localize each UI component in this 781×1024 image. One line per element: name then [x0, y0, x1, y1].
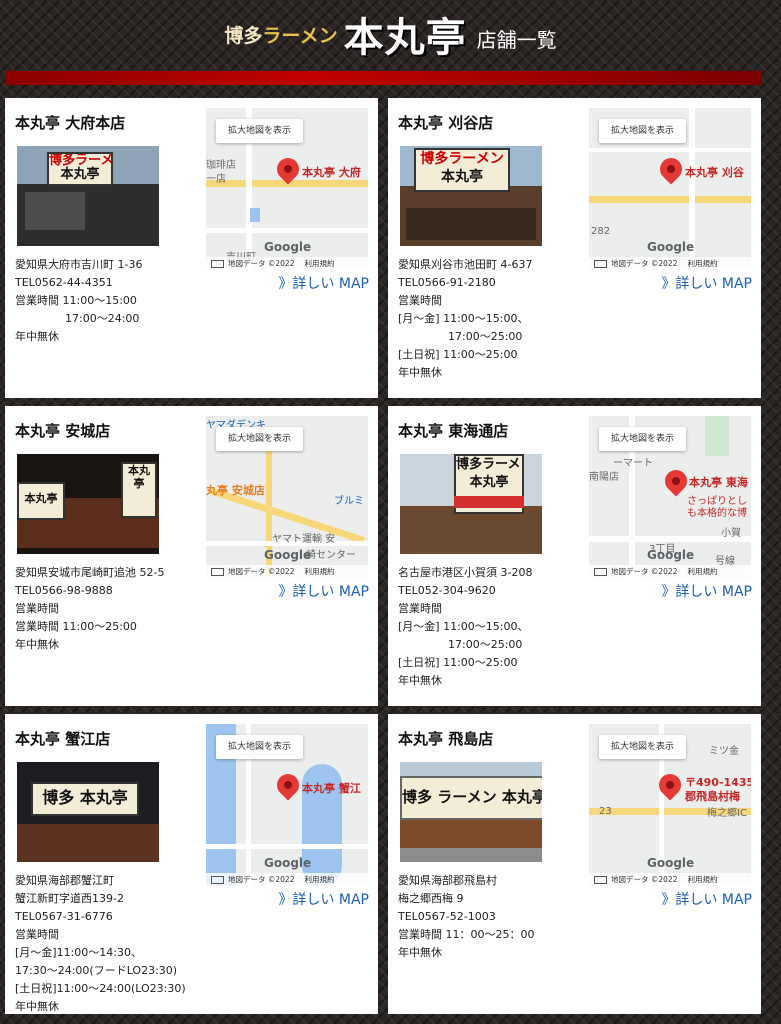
detail-map-link[interactable]: 》詳しい MAP: [661, 889, 752, 909]
google-logo: Google: [647, 856, 695, 870]
store-map[interactable]: 拡大地図を表示 本丸亭 蟹江 Google 地図データ ©2022 利用規約: [206, 724, 368, 886]
store-photo: 博多ラーメン本丸亭: [400, 454, 542, 554]
detail-map-link[interactable]: 》詳しい MAP: [278, 581, 369, 601]
store-name: 本丸亭 安城店: [15, 422, 111, 440]
expand-map-button[interactable]: 拡大地図を表示: [216, 735, 304, 759]
store-card-tokaidori: 本丸亭 東海通店 博多ラーメン本丸亭 ーマート 南陽店 さっぱりとし も本格的な…: [388, 406, 761, 706]
page-title: 店舗一覧: [476, 27, 557, 52]
store-info: 愛知県刈谷市池田町 4-637 TEL0566-91-2180 営業時間 [月～…: [398, 258, 533, 379]
expand-map-button[interactable]: 拡大地図を表示: [599, 735, 687, 759]
store-info: 愛知県安城市尾崎町追池 52-5 TEL0566-98-9888 営業時間 営業…: [15, 566, 165, 651]
store-name: 本丸亭 蟹江店: [15, 730, 111, 748]
store-info: 愛知県海部郡飛島村 梅之郷西梅 9 TEL0567-52-1003 営業時間 1…: [398, 874, 535, 959]
store-photo: 博多 ラーメン 本丸亭: [400, 762, 542, 862]
store-photo: 博多ラーメン本丸亭: [400, 146, 542, 246]
store-card-anjo: 本丸亭 安城店 本丸亭 本丸亭 ヤマダデンキ ブルミ ヤマト運輸 安 崎センター…: [5, 406, 378, 706]
store-map[interactable]: 282 拡大地図を表示 本丸亭 刈谷 Google 地図データ ©2022 利用規…: [589, 108, 751, 270]
keyboard-icon: [211, 568, 224, 576]
detail-map-link[interactable]: 》詳しい MAP: [278, 889, 369, 909]
map-pin-icon: [272, 769, 304, 801]
keyboard-icon: [594, 260, 607, 268]
brand-prefix: 博多ラーメン: [224, 24, 338, 47]
detail-map-link[interactable]: 》詳しい MAP: [661, 581, 752, 601]
store-map[interactable]: 珈琲店 一店 吉川町 拡大地図を表示 本丸亭 大府 Google 地図データ ©…: [206, 108, 368, 270]
expand-map-button[interactable]: 拡大地図を表示: [599, 427, 687, 451]
brand-logo: 本丸亭: [343, 14, 467, 61]
store-photo: 博多 本丸亭: [17, 762, 159, 862]
store-info: 名古屋市港区小賀須 3-208 TEL052-304-9620 営業時間 [月～…: [398, 566, 533, 687]
store-map[interactable]: ミツ金 23 梅之郷IC 拡大地図を表示 〒490-1435 郡飛島村梅 Goo…: [589, 724, 751, 886]
header-divider: [5, 71, 762, 85]
store-map[interactable]: ーマート 南陽店 さっぱりとし も本格的な博 小賀 3丁目 号線 拡大地図を表示…: [589, 416, 751, 578]
keyboard-icon: [211, 876, 224, 884]
store-info: 愛知県海部郡蟹江町 蟹江新町字道西139-2 TEL0567-31-6776 営…: [15, 874, 186, 1013]
detail-map-link[interactable]: 》詳しい MAP: [661, 273, 752, 293]
expand-map-button[interactable]: 拡大地図を表示: [216, 427, 304, 451]
keyboard-icon: [211, 260, 224, 268]
store-photo: 本丸亭 本丸亭: [17, 454, 159, 554]
google-logo: Google: [647, 548, 695, 562]
store-card-tobishima: 本丸亭 飛島店 博多 ラーメン 本丸亭 ミツ金 23 梅之郷IC 拡大地図を表示…: [388, 714, 761, 1014]
store-name: 本丸亭 大府本店: [15, 114, 126, 132]
store-photo: 博多ラーメン本丸亭: [17, 146, 159, 246]
google-logo: Google: [647, 240, 695, 254]
store-map[interactable]: ヤマダデンキ ブルミ ヤマト運輸 安 崎センター 拡大地図を表示 丸亭 安城店 …: [206, 416, 368, 578]
keyboard-icon: [594, 568, 607, 576]
keyboard-icon: [594, 876, 607, 884]
store-name: 本丸亭 東海通店: [398, 422, 509, 440]
store-info: 愛知県大府市吉川町 1-36 TEL0562-44-4351 営業時間 11:0…: [15, 258, 143, 343]
google-logo: Google: [264, 548, 312, 562]
expand-map-button[interactable]: 拡大地図を表示: [216, 119, 304, 143]
google-logo: Google: [264, 856, 312, 870]
map-pin-icon: [655, 153, 687, 185]
store-card-kariya: 本丸亭 刈谷店 博多ラーメン 本丸亭 282 拡大地図を表示 本丸亭 刈谷 Goo…: [388, 98, 761, 398]
detail-map-link[interactable]: 》詳しい MAP: [278, 273, 369, 293]
google-logo: Google: [264, 240, 312, 254]
store-name: 本丸亭 刈谷店: [398, 114, 494, 132]
store-card-obu: 本丸亭 大府本店 博多ラーメン本丸亭 珈琲店 一店 吉川町 拡大地図を表示 本丸…: [5, 98, 378, 398]
store-name: 本丸亭 飛島店: [398, 730, 494, 748]
page-header: 博多ラーメン 本丸亭 店舗一覧: [0, 0, 781, 68]
store-card-kanie: 本丸亭 蟹江店 博多 本丸亭 拡大地図を表示 本丸亭 蟹江 Google 地図デ…: [5, 714, 378, 1014]
expand-map-button[interactable]: 拡大地図を表示: [599, 119, 687, 143]
